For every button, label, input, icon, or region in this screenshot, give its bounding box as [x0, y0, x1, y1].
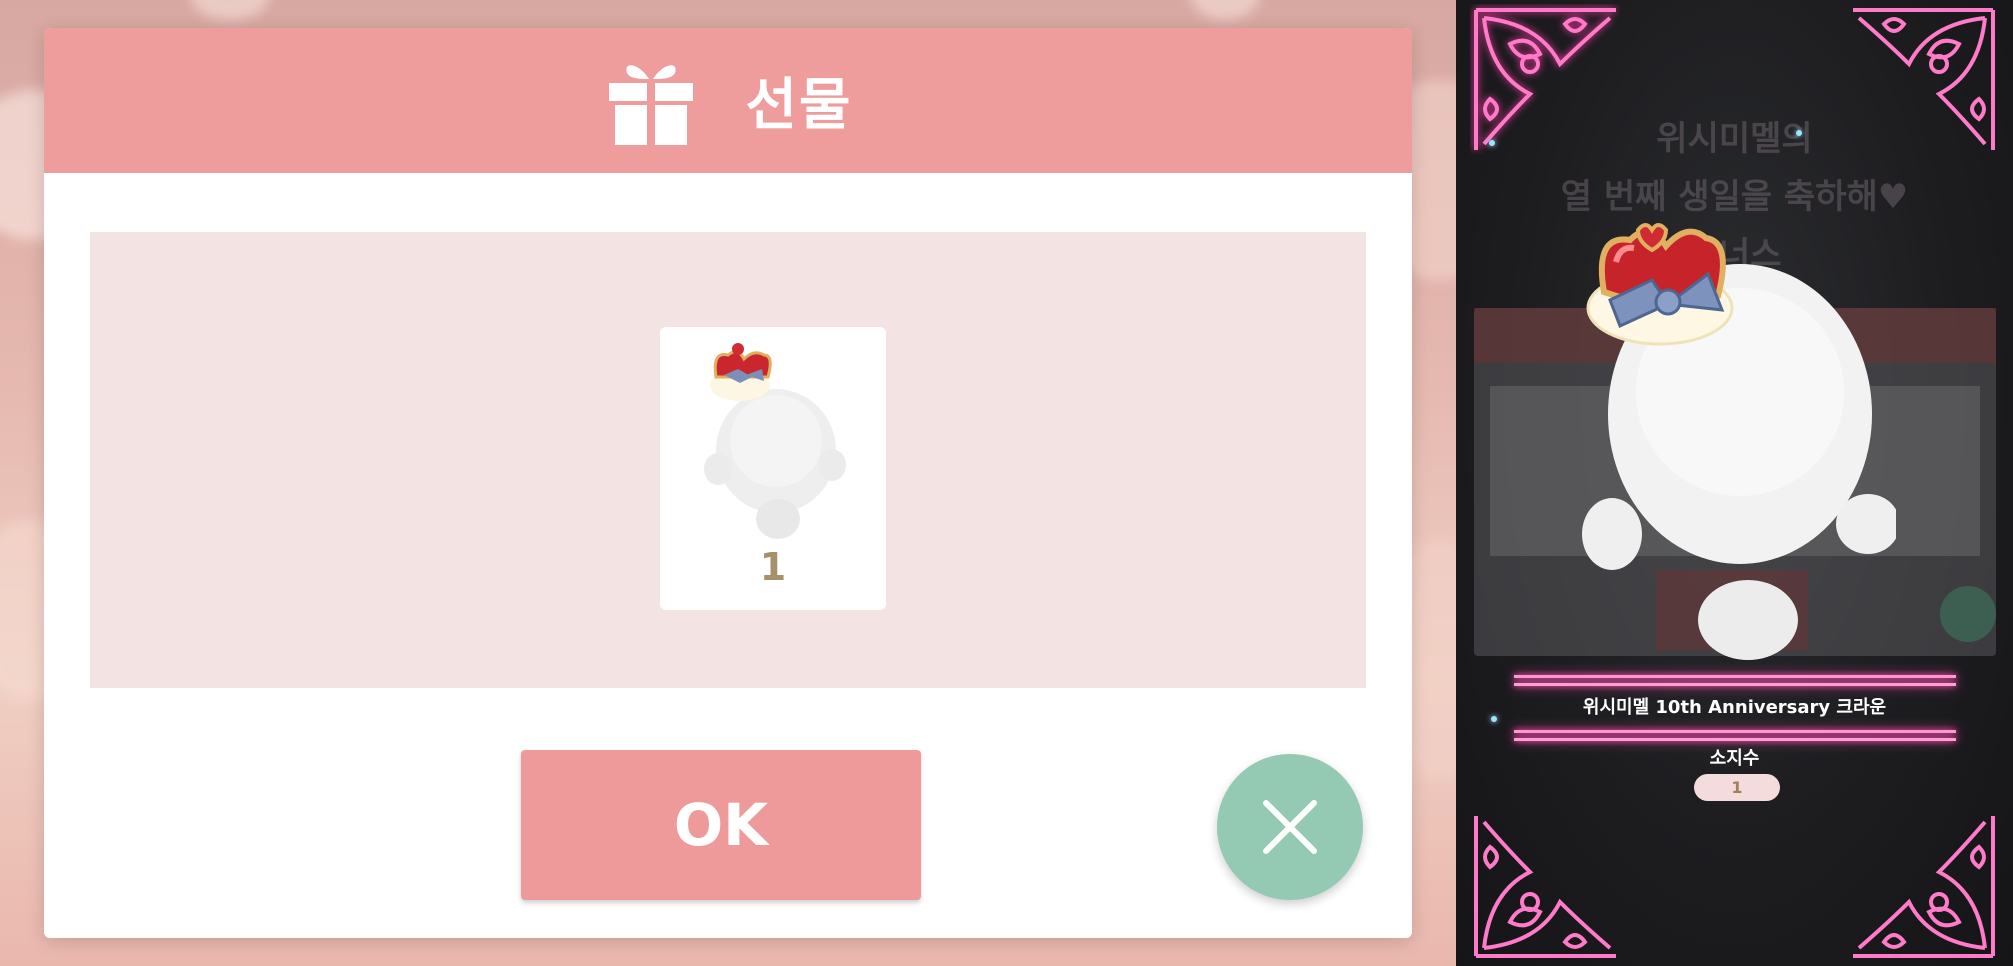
ornament-corner-icon [1474, 8, 1616, 150]
crown-hat-icon [704, 343, 846, 539]
item-name: 위시미멜 10th Anniversary 크라운 [1582, 697, 1887, 718]
close-button[interactable] [1217, 754, 1363, 900]
crown-hat-icon [1582, 223, 1896, 660]
reward-quantity: 1 [759, 545, 787, 589]
owned-count-label: 소지수 [1709, 748, 1760, 769]
ok-button[interactable]: OK [521, 750, 921, 900]
dialog-header: 선물 [44, 28, 1412, 173]
neon-divider [1514, 730, 1956, 733]
gift-dialog: 선물 1 OK [44, 28, 1412, 938]
reward-panel: 1 [90, 232, 1366, 688]
item-preview-panel: 위시미멜의 열 번째 생일을 축하해♥ 보너스 위시미멜 10th Annive… [1456, 0, 2013, 966]
close-icon [1263, 800, 1317, 854]
dialog-title: 선물 [745, 73, 853, 138]
ornament-corner-icon [1853, 816, 1995, 958]
gift-icon [609, 64, 694, 145]
reward-item-card[interactable]: 1 [660, 327, 886, 610]
neon-divider [1514, 675, 1956, 678]
ornament-corner-icon [1853, 8, 1995, 150]
ornament-corner-icon [1474, 816, 1616, 958]
owned-count-badge: 1 [1694, 774, 1780, 801]
